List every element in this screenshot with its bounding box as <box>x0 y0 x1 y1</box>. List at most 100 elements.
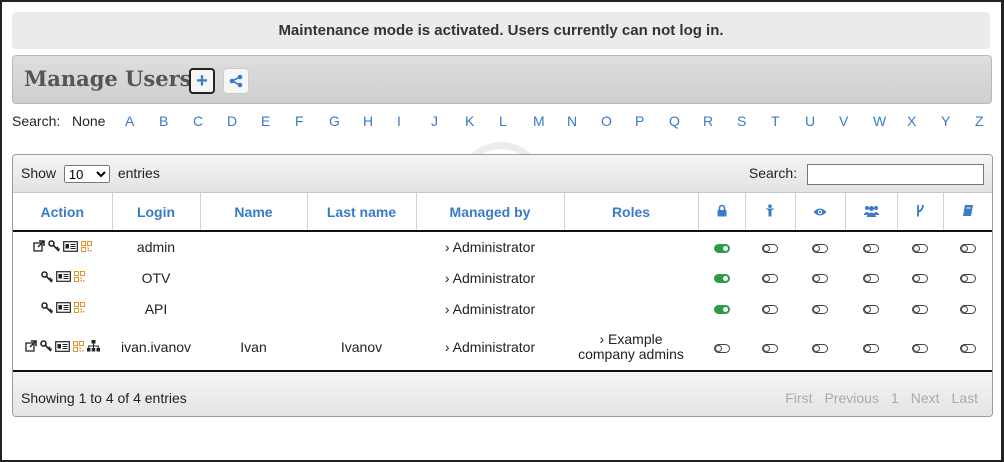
key-icon[interactable] <box>40 270 53 283</box>
branch-toggle[interactable] <box>912 343 928 353</box>
eye-toggle[interactable] <box>812 343 828 353</box>
lock-toggle[interactable] <box>713 274 730 284</box>
col-group[interactable] <box>845 193 898 232</box>
table-row: admin › Administrator <box>13 231 992 262</box>
cell-group-toggle <box>845 231 897 262</box>
alphabet-letter-c[interactable]: C <box>193 113 203 129</box>
pager-previous-button[interactable]: Previous <box>824 390 878 406</box>
alphabet-letter-t[interactable]: T <box>771 113 780 129</box>
alphabet-letter-w[interactable]: W <box>873 113 886 129</box>
col-last-name[interactable]: Last name <box>307 193 417 232</box>
alphabet-letter-s[interactable]: S <box>737 113 746 129</box>
add-user-button[interactable]: + <box>189 68 215 94</box>
external-link-icon[interactable] <box>33 240 45 252</box>
alphabet-letter-x[interactable]: X <box>907 113 916 129</box>
group-toggle[interactable] <box>863 305 879 315</box>
alphabet-letter-k[interactable]: K <box>465 113 474 129</box>
alphabet-letter-i[interactable]: I <box>397 113 401 129</box>
cell-roles[interactable] <box>564 293 698 324</box>
cell-managed-by[interactable]: › Administrator <box>416 324 564 370</box>
col-lock[interactable] <box>698 193 746 232</box>
id-card-icon[interactable] <box>55 271 71 282</box>
qr-icon[interactable] <box>73 340 84 352</box>
qr-icon[interactable] <box>73 302 85 313</box>
pager-last-button[interactable]: Last <box>952 390 978 406</box>
key-icon[interactable] <box>40 301 53 314</box>
id-card-icon[interactable] <box>55 340 70 352</box>
cell-roles[interactable] <box>564 231 698 262</box>
lock-toggle[interactable] <box>713 305 730 315</box>
col-book[interactable] <box>943 193 992 232</box>
col-name[interactable]: Name <box>200 193 308 232</box>
share-button[interactable] <box>223 68 249 94</box>
person-toggle[interactable] <box>762 343 778 353</box>
page-length-select[interactable]: 10 <box>63 165 110 184</box>
col-roles[interactable]: Roles <box>564 193 699 232</box>
person-toggle[interactable] <box>762 243 778 253</box>
alphabet-letter-q[interactable]: Q <box>669 113 680 129</box>
branch-toggle[interactable] <box>912 243 928 253</box>
book-toggle[interactable] <box>959 343 976 353</box>
id-card-icon[interactable] <box>55 302 71 313</box>
hierarchy-icon[interactable] <box>87 340 100 352</box>
table-search-input[interactable] <box>807 164 984 185</box>
pager-page-1-button[interactable]: 1 <box>891 390 899 406</box>
alphabet-letter-h[interactable]: H <box>363 113 373 129</box>
alphabet-filter: Search: None A B C D E F G H I J K L M N O P Q R S T U V W X Y Z <box>12 113 997 131</box>
lock-toggle[interactable] <box>713 243 730 253</box>
col-login[interactable]: Login <box>112 193 201 232</box>
branch-toggle[interactable] <box>912 274 928 284</box>
col-eye[interactable] <box>795 193 846 232</box>
pager-first-button[interactable]: First <box>785 390 812 406</box>
alphabet-letter-l[interactable]: L <box>499 113 507 129</box>
group-toggle[interactable] <box>863 343 879 353</box>
col-person[interactable] <box>745 193 796 232</box>
id-card-icon[interactable] <box>63 240 78 252</box>
alphabet-letter-y[interactable]: Y <box>941 113 950 129</box>
cell-roles[interactable]: › Example company admins <box>564 324 698 370</box>
alphabet-letter-b[interactable]: B <box>159 113 168 129</box>
key-icon[interactable] <box>48 240 60 252</box>
eye-toggle[interactable] <box>812 305 828 315</box>
alphabet-letter-n[interactable]: N <box>567 113 577 129</box>
person-toggle[interactable] <box>762 305 778 315</box>
cell-managed-by[interactable]: › Administrator <box>416 231 564 262</box>
qr-icon[interactable] <box>81 240 92 252</box>
key-icon[interactable] <box>40 340 52 352</box>
eye-toggle[interactable] <box>812 243 828 253</box>
group-toggle[interactable] <box>863 243 879 253</box>
cell-roles[interactable] <box>564 262 698 293</box>
alphabet-none[interactable]: None <box>72 113 105 129</box>
person-toggle[interactable] <box>762 274 778 284</box>
page-header: Manage Users + <box>12 55 992 104</box>
pager-next-button[interactable]: Next <box>911 390 940 406</box>
lock-toggle[interactable] <box>713 343 730 353</box>
col-branch[interactable] <box>897 193 944 232</box>
alphabet-letter-u[interactable]: U <box>805 113 815 129</box>
alphabet-letter-j[interactable]: J <box>431 113 438 129</box>
cell-managed-by[interactable]: › Administrator <box>416 262 564 293</box>
alphabet-letter-e[interactable]: E <box>261 113 270 129</box>
qr-icon[interactable] <box>73 271 85 282</box>
alphabet-letter-p[interactable]: P <box>635 113 644 129</box>
alphabet-letter-m[interactable]: M <box>533 113 545 129</box>
group-toggle[interactable] <box>863 274 879 284</box>
book-toggle[interactable] <box>959 243 976 253</box>
alphabet-letter-z[interactable]: Z <box>975 113 984 129</box>
alphabet-letter-a[interactable]: A <box>125 113 134 129</box>
external-link-icon[interactable] <box>25 340 37 352</box>
book-toggle[interactable] <box>959 274 976 284</box>
alphabet-letter-o[interactable]: O <box>601 113 612 129</box>
col-managed-by[interactable]: Managed by <box>416 193 565 232</box>
col-action[interactable]: Action <box>13 193 113 232</box>
alphabet-letter-f[interactable]: F <box>295 113 304 129</box>
book-toggle[interactable] <box>959 305 976 315</box>
cell-managed-by[interactable]: › Administrator <box>416 293 564 324</box>
alphabet-letter-g[interactable]: G <box>329 113 340 129</box>
alphabet-letter-d[interactable]: D <box>227 113 237 129</box>
alphabet-letter-v[interactable]: V <box>839 113 848 129</box>
branch-toggle[interactable] <box>912 305 928 315</box>
alphabet-letter-r[interactable]: R <box>703 113 713 129</box>
eye-toggle[interactable] <box>812 274 828 284</box>
cell-book-toggle <box>943 262 992 293</box>
